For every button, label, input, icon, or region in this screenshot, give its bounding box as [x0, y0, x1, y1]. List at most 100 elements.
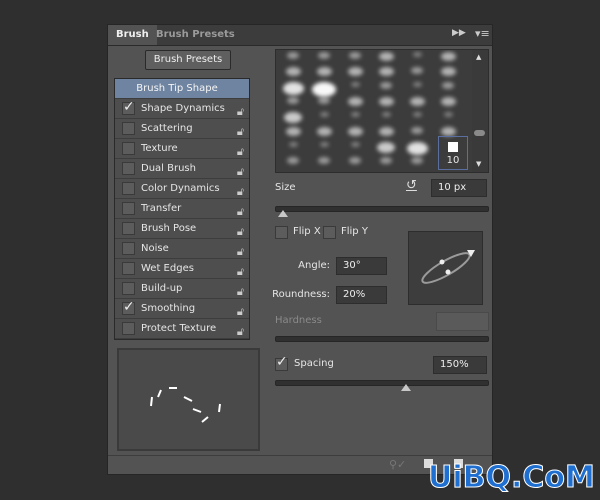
reset-size-icon[interactable]: ↺: [406, 178, 417, 193]
option-checkbox[interactable]: [122, 222, 135, 235]
brush-tip[interactable]: [287, 97, 299, 104]
brush-tip[interactable]: [285, 67, 301, 76]
brush-tip[interactable]: [287, 157, 299, 164]
brush-tip[interactable]: [347, 97, 363, 106]
brush-tip[interactable]: [412, 82, 422, 87]
scroll-thumb[interactable]: [474, 130, 485, 136]
brush-tip[interactable]: [412, 52, 422, 57]
collapse-icon[interactable]: ▶▶: [452, 28, 466, 38]
brush-tip[interactable]: [440, 67, 456, 76]
brush-tip[interactable]: [378, 52, 394, 61]
option-checkbox[interactable]: [122, 242, 135, 255]
option-transfer[interactable]: Transfer 🔓︎: [115, 199, 249, 219]
spacing-slider[interactable]: [275, 380, 489, 386]
option-texture[interactable]: Texture 🔓︎: [115, 139, 249, 159]
option-brush-pose[interactable]: Brush Pose 🔓︎: [115, 219, 249, 239]
brush-tip[interactable]: [288, 142, 298, 147]
brush-presets-button[interactable]: Brush Presets: [145, 50, 231, 70]
brush-tip[interactable]: [316, 67, 332, 76]
brush-tip[interactable]: [316, 127, 332, 136]
option-checkbox[interactable]: [122, 182, 135, 195]
brush-tip[interactable]: [350, 82, 360, 87]
brush-tip[interactable]: [409, 97, 425, 106]
brush-tip[interactable]: [378, 67, 394, 76]
option-scattering[interactable]: Scattering 🔓︎: [115, 119, 249, 139]
brush-tip[interactable]: [349, 52, 361, 59]
toggle-live-tip-icon[interactable]: ⚲✓: [389, 458, 406, 471]
brush-tip[interactable]: [318, 52, 330, 59]
brush-tip[interactable]: [411, 157, 423, 164]
brush-tip[interactable]: [440, 127, 456, 136]
option-shape-dynamics[interactable]: Shape Dynamics🔓︎: [115, 98, 249, 119]
brush-tip[interactable]: [319, 142, 329, 147]
option-checkbox[interactable]: [122, 202, 135, 215]
brush-tip[interactable]: [287, 52, 299, 59]
brush-tip[interactable]: [380, 82, 392, 89]
brush-tip[interactable]: [442, 82, 454, 89]
brush-tip[interactable]: [282, 82, 304, 95]
brush-tip[interactable]: [318, 97, 330, 104]
option-build-up[interactable]: Build-up 🔓︎: [115, 279, 249, 299]
size-slider[interactable]: [275, 206, 489, 212]
flip-y-checkbox[interactable]: [323, 226, 336, 239]
brush-tip[interactable]: [350, 112, 360, 117]
scroll-down-icon[interactable]: ▼: [476, 160, 481, 168]
option-protect-texture[interactable]: Protect Texture 🔓︎: [115, 319, 249, 339]
option-noise[interactable]: Noise 🔓︎: [115, 239, 249, 259]
brush-tip[interactable]: [318, 157, 330, 164]
roundness-input[interactable]: 20%: [336, 286, 387, 304]
brush-tip[interactable]: [378, 97, 394, 106]
brush-tip[interactable]: [312, 82, 336, 97]
size-slider-thumb[interactable]: [278, 210, 289, 217]
brush-tip[interactable]: [381, 112, 391, 117]
option-checkbox[interactable]: [122, 98, 135, 117]
flip-x-checkbox[interactable]: [275, 226, 288, 239]
brush-tip[interactable]: [440, 97, 456, 106]
option-color-dynamics[interactable]: Color Dynamics 🔓︎: [115, 179, 249, 199]
brush-tip[interactable]: [412, 112, 422, 117]
option-label: Texture: [141, 143, 178, 154]
spacing-slider-thumb[interactable]: [401, 384, 412, 391]
brush-tip[interactable]: [347, 127, 363, 136]
option-checkbox[interactable]: [122, 162, 135, 175]
spacing-input[interactable]: 150%: [433, 356, 487, 374]
option-checkbox[interactable]: [122, 282, 135, 295]
option-checkbox[interactable]: [122, 122, 135, 135]
angle-roundness-widget[interactable]: [408, 231, 483, 305]
option-label: Protect Texture: [141, 323, 217, 334]
scrollbar[interactable]: ▲ ▼: [472, 50, 488, 172]
brush-tip[interactable]: [440, 52, 456, 61]
square-tip-icon: [448, 142, 458, 152]
spacing-checkbox[interactable]: [275, 354, 288, 371]
brush-tip[interactable]: [285, 127, 301, 136]
option-checkbox[interactable]: [122, 298, 135, 317]
scroll-up-icon[interactable]: ▲: [476, 53, 481, 61]
selected-brush-tip[interactable]: 10: [438, 136, 468, 170]
option-brush-tip-shape[interactable]: Brush Tip Shape: [115, 79, 249, 99]
brush-tip[interactable]: [411, 127, 423, 134]
option-checkbox[interactable]: [122, 322, 135, 335]
option-dual-brush[interactable]: Dual Brush 🔓︎: [115, 159, 249, 179]
brush-tip[interactable]: [443, 112, 453, 117]
lock-icon[interactable]: 🔓︎: [237, 322, 244, 341]
brush-tip[interactable]: [319, 112, 329, 117]
brush-tip[interactable]: [380, 157, 392, 164]
brush-tip[interactable]: [378, 127, 394, 136]
option-checkbox[interactable]: [122, 262, 135, 275]
option-smoothing[interactable]: Smoothing🔓︎: [115, 298, 249, 319]
brush-tip-grid[interactable]: 10 ▲ ▼: [275, 49, 489, 173]
panel-menu-icon[interactable]: ▾≡: [475, 27, 490, 40]
brush-tip[interactable]: [350, 142, 360, 147]
option-label: Smoothing: [141, 303, 196, 314]
brush-tip[interactable]: [347, 67, 363, 76]
brush-tip[interactable]: [377, 142, 395, 153]
option-wet-edges[interactable]: Wet Edges 🔓︎: [115, 259, 249, 279]
brush-tip[interactable]: [406, 142, 428, 155]
brush-tip[interactable]: [411, 67, 423, 74]
size-input[interactable]: 10 px: [431, 179, 487, 197]
brush-tip[interactable]: [284, 112, 302, 123]
option-checkbox[interactable]: [122, 142, 135, 155]
tab-brush-presets[interactable]: Brush Presets: [148, 25, 243, 45]
brush-tip[interactable]: [349, 157, 361, 164]
angle-input[interactable]: 30°: [336, 257, 387, 275]
